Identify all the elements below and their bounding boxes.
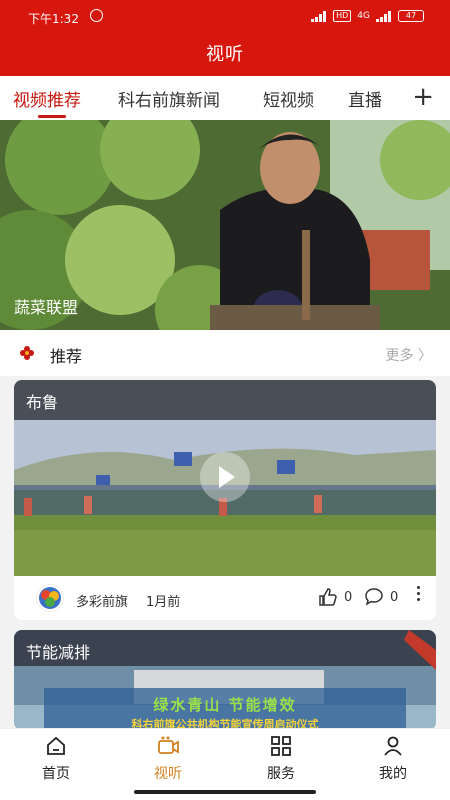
comment-button[interactable]: 0 [364,587,398,607]
video-icon [158,736,179,754]
avatar[interactable] [36,584,64,612]
page-title: 视听 [206,44,244,65]
hero-banner[interactable]: 蔬菜联盟 [0,120,450,330]
tab-live[interactable]: 直播 [348,86,382,111]
alarm-icon [90,9,103,22]
grid-icon [271,736,291,756]
video-banner-line-1: 绿水青山 节能增效 [153,696,297,714]
more-link[interactable]: 更多 〉 [386,345,432,365]
thumbs-up-icon [319,588,337,606]
video-title: 布鲁 [26,393,59,412]
flower-icon [20,346,34,360]
hero-caption: 蔬菜联盟 [14,298,79,317]
plus-icon[interactable]: + [412,82,434,112]
home-icon [47,736,65,755]
more-options-icon[interactable] [416,586,422,604]
home-indicator[interactable] [134,790,316,794]
comment-count: 0 [390,589,399,605]
signal-icon-2 [376,10,392,22]
nav-me-label: 我的 [379,766,407,782]
status-bar: 下午1:32 HD 4G 47 [0,0,450,34]
signal-icon [311,10,327,22]
tab-local-news[interactable]: 科右前旗新闻 [118,86,220,111]
like-count: 0 [344,589,353,605]
channel-tabs: 视频推荐 科右前旗新闻 短视频 直播 + [0,76,450,120]
recommend-label: 推荐 [50,347,83,366]
status-icons: HD 4G 47 [311,10,424,22]
nav-service[interactable]: 服务 [241,735,321,783]
recommend-header: 推荐 更多 〉 [0,330,450,376]
nav-home-label: 首页 [42,766,70,782]
video-meta: 多彩前旗 1月前 0 0 [14,576,436,620]
active-tab-indicator [38,115,66,118]
user-icon [384,736,402,756]
status-time: 下午1:32 [28,12,79,26]
tab-video-recommend[interactable]: 视频推荐 [13,86,81,111]
network-type: 4G [357,11,370,21]
like-button[interactable]: 0 [318,587,352,607]
nav-video-label: 视听 [154,766,182,782]
video-time: 1月前 [146,595,181,610]
video-card-2[interactable]: 节能减排 绿水青山 节能增效 科右前旗公共机构节能宣传周启动仪式 [14,630,436,730]
video-card[interactable]: 布鲁 多彩前旗 1月前 0 0 [14,380,436,620]
top-bar: 下午1:32 HD 4G 47 视听 [0,0,450,76]
video-title-2: 节能减排 [26,643,91,662]
play-icon[interactable] [200,452,250,502]
nav-home[interactable]: 首页 [16,735,96,783]
nav-service-label: 服务 [267,766,295,782]
source-logo [39,587,61,609]
nav-video[interactable]: 视听 [128,735,208,783]
comment-icon [365,588,383,606]
nav-me[interactable]: 我的 [353,735,433,783]
battery-icon: 47 [398,10,424,22]
video-source[interactable]: 多彩前旗 [76,591,128,610]
tab-short-video[interactable]: 短视频 [263,86,314,111]
hd-badge: HD [333,10,352,22]
